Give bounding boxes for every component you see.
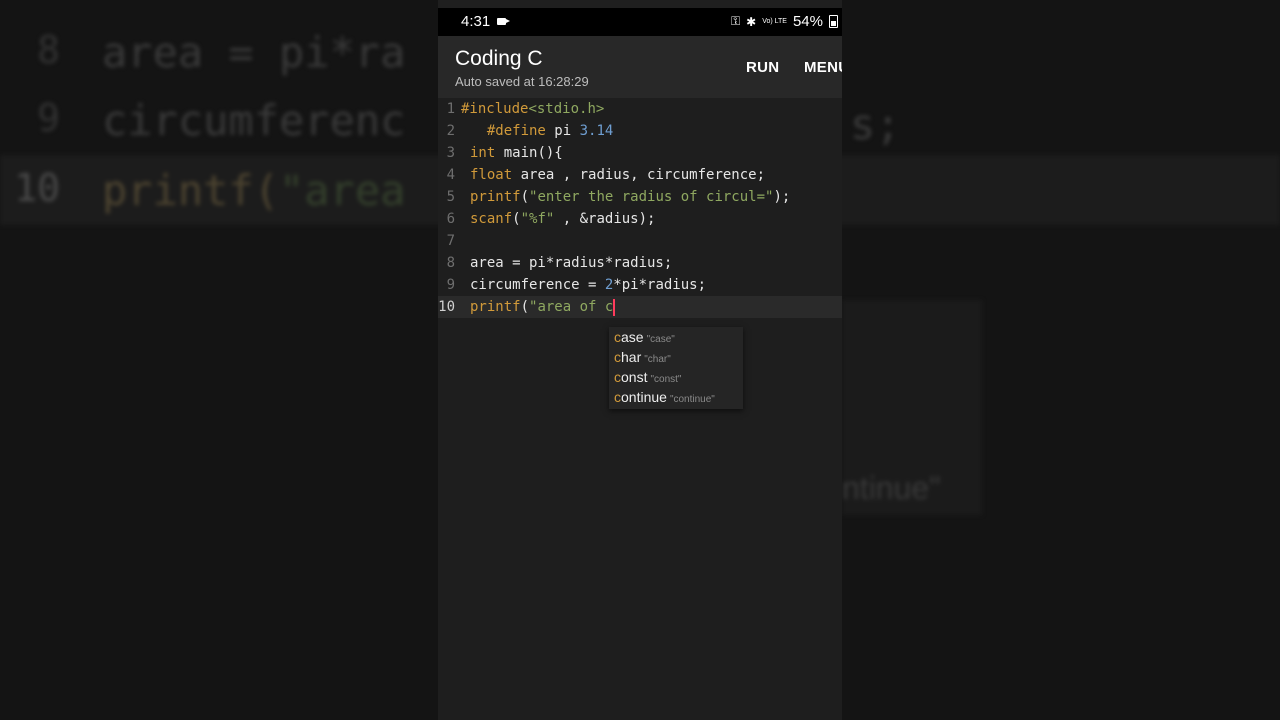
code-line[interactable]: 2 #define pi 3.14	[438, 120, 842, 142]
line-code: printf("area of c	[470, 298, 616, 316]
line-code: scanf("%f" , &radius);	[470, 211, 656, 227]
bluetooth-icon: ✱	[746, 14, 757, 29]
battery-percent: 54%	[792, 13, 823, 30]
code-line[interactable]: 7	[438, 230, 842, 252]
line-code: area = pi*radius*radius;	[470, 255, 673, 271]
autocomplete-popup: case "case" char "char" const "const" continue…	[609, 327, 743, 409]
background-line: 9 circumferenc	[0, 96, 440, 146]
background-line: 10 printf("area	[0, 166, 440, 216]
vpn-key-icon: ⚿	[730, 14, 741, 28]
line-code: printf("enter the radius of circul=");	[470, 189, 791, 205]
autocomplete-item[interactable]: case "case"	[614, 327, 675, 347]
code-line[interactable]: 5 printf("enter the radius of circul=");	[438, 186, 842, 208]
code-line[interactable]: 10 printf("area of c	[438, 296, 842, 318]
autocomplete-item[interactable]: continue "continue"	[614, 387, 715, 407]
background-popup-fragment: ntinue"	[842, 470, 941, 506]
background-line-text: printf("area	[102, 166, 406, 215]
background-right-fragment: s;	[850, 100, 901, 149]
volte-icon: Vo) LTE	[762, 18, 787, 25]
status-bar: 4:31 ⚿ ✱ Vo) LTE 54%	[438, 8, 842, 36]
app-title: Coding C	[455, 47, 543, 70]
phone-screen: 4:31 ⚿ ✱ Vo) LTE 54% Coding C Auto saved…	[438, 0, 842, 720]
line-code: circumference = 2*pi*radius;	[470, 277, 707, 293]
autocomplete-item[interactable]: const "const"	[614, 367, 681, 387]
battery-icon	[829, 15, 838, 28]
run-button[interactable]: RUN	[746, 59, 779, 76]
background-line-text: circumferenc	[102, 96, 406, 145]
background-line-number: 9	[37, 96, 60, 140]
background-line: 8 area = pi*ra	[0, 28, 440, 78]
autocomplete-item[interactable]: char "char"	[614, 347, 671, 367]
code-line[interactable]: 9 circumference = 2*pi*radius;	[438, 274, 842, 296]
code-line[interactable]: 3 int main(){	[438, 142, 842, 164]
autosave-status: Auto saved at 16:28:29	[455, 74, 589, 89]
line-code: int main(){	[470, 145, 563, 161]
background-line-text: area = pi*ra	[102, 28, 406, 77]
code-line[interactable]: 6 scanf("%f" , &radius);	[438, 208, 842, 230]
line-code: #include<stdio.h>	[461, 101, 605, 117]
line-number: 8	[446, 255, 455, 271]
status-time: 4:31	[461, 13, 491, 30]
line-number: 5	[446, 189, 455, 205]
line-number: 4	[446, 167, 455, 183]
code-line[interactable]: 1 #include<stdio.h>	[438, 98, 842, 120]
menu-button[interactable]: MENU	[804, 59, 842, 76]
line-number: 7	[446, 233, 455, 249]
line-number: 10	[438, 299, 455, 315]
line-number: 3	[446, 145, 455, 161]
line-number: 6	[446, 211, 455, 227]
app-bar: Coding C Auto saved at 16:28:29 RUN MENU	[438, 36, 842, 98]
line-number: 9	[446, 277, 455, 293]
status-icons: ⚿ ✱ Vo) LTE 54%	[731, 13, 838, 30]
text-cursor	[613, 298, 616, 316]
code-line[interactable]: 8 area = pi*radius*radius;	[438, 252, 842, 274]
code-line[interactable]: 4 float area , radius, circumference;	[438, 164, 842, 186]
screen-record-icon	[497, 18, 510, 25]
line-code: #define pi 3.14	[486, 123, 614, 139]
code-editor[interactable]: 1 #include<stdio.h> 2 #define pi 3.14 3 int …	[438, 98, 842, 720]
line-number: 1	[446, 101, 455, 117]
line-code: float area , radius, circumference;	[470, 167, 766, 183]
line-number: 2	[446, 123, 455, 139]
background-line-number: 8	[37, 28, 60, 72]
background-line-number: 10	[14, 166, 60, 210]
